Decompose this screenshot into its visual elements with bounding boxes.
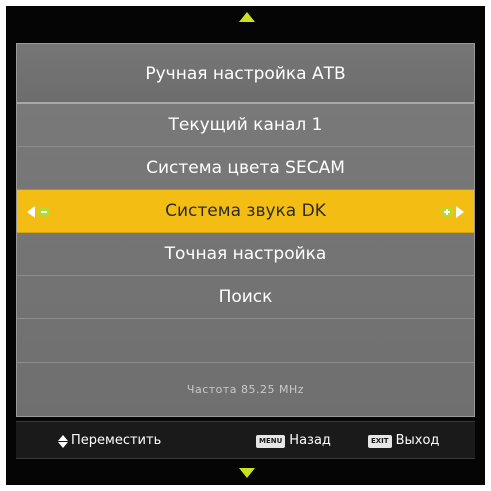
menu-item-color-system[interactable]: Система цвета SECAM [17, 147, 474, 190]
menu-item-current-channel[interactable]: Текущий канал 1 [17, 104, 474, 147]
hint-move-label: Переместить [71, 433, 162, 448]
menu-item-label: Система звука DK [165, 201, 326, 221]
help-bar: Переместить MENU Назад EXIT Выход [16, 421, 475, 459]
menu-item-search[interactable]: Поиск [17, 276, 474, 319]
menu-item-label: Система цвета SECAM [146, 158, 345, 178]
menu-key-icon: MENU [256, 434, 286, 448]
frequency-readout: Частота 85.25 MHz [186, 383, 305, 396]
hint-back[interactable]: MENU Назад [256, 422, 331, 460]
menu-item-fine-tuning[interactable]: Точная настройка [17, 233, 474, 276]
decrease-control[interactable] [27, 206, 53, 218]
left-arrow-icon [27, 206, 35, 218]
scroll-down-icon[interactable] [239, 468, 255, 478]
menu-item-empty [17, 319, 474, 363]
plus-icon [441, 207, 453, 217]
exit-key-icon: EXIT [368, 434, 392, 448]
hint-exit[interactable]: EXIT Выход [368, 422, 439, 460]
menu-item-label: Текущий канал 1 [168, 115, 323, 135]
minus-icon [38, 207, 50, 217]
hint-exit-label: Выход [395, 433, 440, 448]
tv-screen: Ручная настройка АТВ Текущий канал 1 Сис… [6, 6, 485, 485]
menu-item-label: Поиск [218, 287, 273, 307]
hint-move: Переместить [58, 422, 161, 460]
up-down-arrows-icon [58, 434, 68, 448]
menu-title: Ручная настройка АТВ [17, 44, 474, 104]
manual-atv-tuning-menu: Ручная настройка АТВ Текущий канал 1 Сис… [16, 43, 475, 417]
menu-item-sound-system[interactable]: Система звука DK [17, 190, 474, 233]
menu-item-label: Точная настройка [164, 244, 327, 264]
right-arrow-icon [456, 206, 464, 218]
hint-back-label: Назад [289, 433, 331, 448]
scroll-up-icon[interactable] [239, 12, 255, 22]
increase-control[interactable] [438, 206, 464, 218]
